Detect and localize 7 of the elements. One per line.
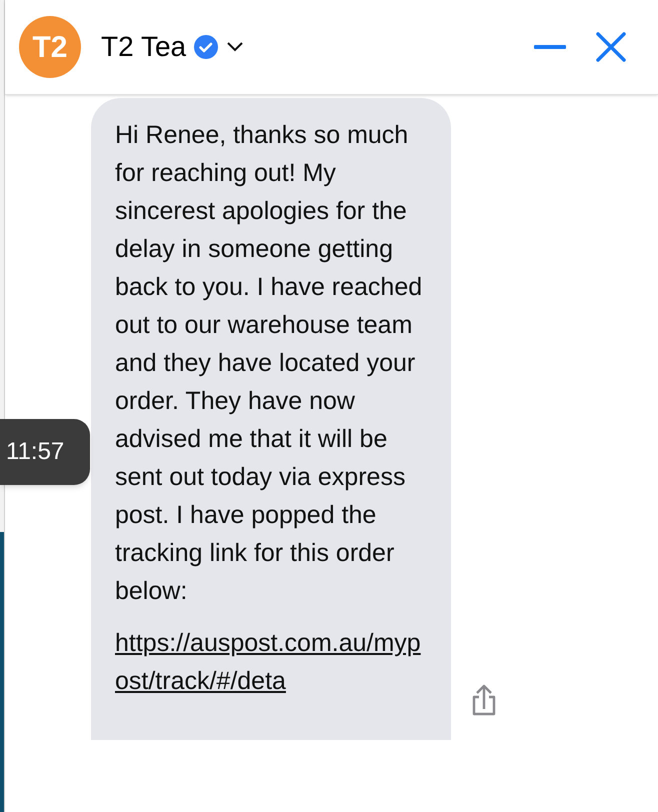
share-icon[interactable] <box>471 683 497 717</box>
message-text: Hi Renee, thanks so much for reaching out! My sincerest apologies for the delay in someone getting back to you. I have reached out to our warehouse team and they have located your order. They have now advised me that it will be sent out today via express post. I have popped the tracking link for this order below: <box>115 120 424 607</box>
timestamp-tooltip: 11:57 <box>0 419 90 485</box>
contact-name[interactable]: T2 Tea <box>101 26 186 68</box>
close-icon[interactable] <box>596 32 626 62</box>
chevron-down-icon[interactable] <box>226 41 244 53</box>
tracking-link[interactable]: https://auspost.com.au/mypost/track/#/deta <box>115 624 427 700</box>
